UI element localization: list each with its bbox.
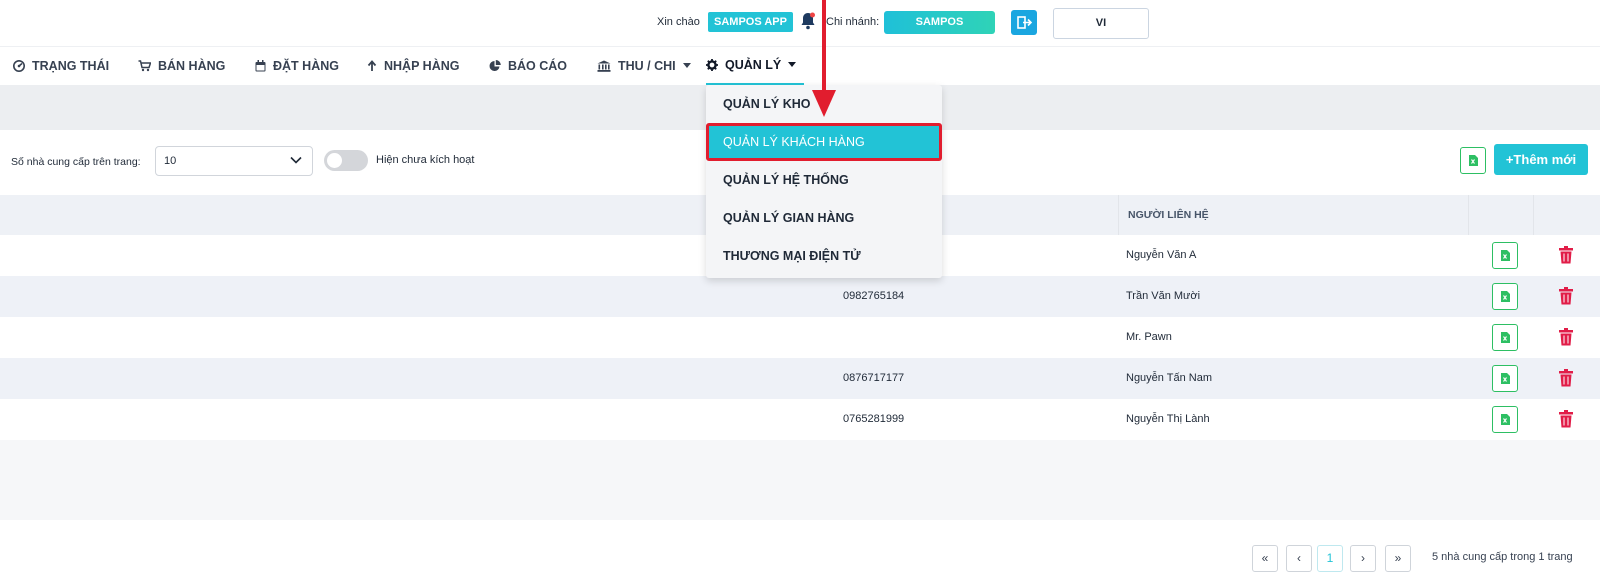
contact-cell: Nguyễn Thị Lành (1126, 413, 1210, 425)
contact-cell: Nguyễn Văn A (1126, 249, 1197, 261)
excel-file-icon (1469, 155, 1478, 166)
nav-item-label: BÁN HÀNG (158, 59, 226, 73)
pagination-summary: 5 nhà cung cấp trong 1 trang (1432, 551, 1573, 563)
per-page-label: Số nhà cung cấp trên trang: (11, 156, 141, 168)
nav-item-import[interactable]: NHẬP HÀNG (367, 47, 459, 85)
menu-item-stores[interactable]: QUẢN LÝ GIAN HÀNG (706, 199, 942, 237)
show-inactive-label: Hiện chưa kích hoạt (376, 154, 475, 166)
trash-icon[interactable] (1559, 328, 1573, 346)
export-excel-button[interactable] (1460, 147, 1486, 174)
table-row: 0876717177 Nguyễn Tấn Nam (0, 358, 1600, 399)
nav-item-label: TRẠNG THÁI (32, 59, 110, 73)
row-export-button[interactable] (1492, 324, 1518, 351)
add-new-button[interactable]: +Thêm mới (1494, 144, 1588, 175)
nav-item-label: BÁO CÁO (508, 59, 568, 73)
calendar-icon (255, 60, 266, 72)
excel-file-icon (1501, 414, 1510, 425)
row-export-button[interactable] (1492, 283, 1518, 310)
nav-item-sales[interactable]: BÁN HÀNG (138, 47, 225, 85)
last-page-button[interactable]: » (1385, 545, 1411, 572)
menu-item-customers[interactable]: QUẢN LÝ KHÁCH HÀNG (706, 123, 942, 161)
table-row: 0765281999 Nguyễn Thị Lành (0, 399, 1600, 440)
row-export-button[interactable] (1492, 365, 1518, 392)
nav-item-label: NHẬP HÀNG (384, 59, 460, 73)
nav-item-reports[interactable]: BÁO CÁO (489, 47, 567, 85)
column-header-contact: NGƯỜI LIÊN HỆ (1128, 209, 1209, 221)
trash-icon[interactable] (1559, 410, 1573, 428)
nav-item-status[interactable]: TRẠNG THÁI (13, 47, 109, 85)
nav-item-orders[interactable]: ĐẶT HÀNG (255, 47, 339, 85)
excel-file-icon (1501, 250, 1510, 261)
menu-item-system[interactable]: QUẢN LÝ HỆ THỐNG (706, 161, 942, 199)
nav-item-label: THU / CHI (618, 59, 676, 73)
phone-cell: 0765281999 (843, 413, 905, 425)
branch-selector-button[interactable]: SAMPOS (884, 11, 995, 34)
contact-cell: Trần Văn Mười (1126, 290, 1201, 302)
logout-icon (1017, 16, 1033, 29)
nav-item-management[interactable]: QUẢN LÝ (706, 47, 805, 85)
trash-icon[interactable] (1559, 246, 1573, 264)
caret-down-icon (682, 63, 691, 68)
table-row: Mr. Pawn (0, 317, 1600, 358)
top-bar: Xin chào SAMPOS APP Chi nhánh: SAMPOS VI (0, 0, 1600, 46)
logout-button[interactable] (1011, 10, 1037, 35)
language-selector[interactable]: VI (1053, 8, 1149, 39)
contact-cell: Nguyễn Tấn Nam (1126, 372, 1213, 384)
trash-icon[interactable] (1559, 369, 1573, 387)
excel-file-icon (1501, 373, 1510, 384)
table-row: 0982765184 Trần Văn Mười (0, 276, 1600, 317)
contact-cell: Mr. Pawn (1126, 331, 1172, 343)
per-page-select[interactable]: 10 (155, 146, 313, 176)
table-empty-area (0, 440, 1600, 520)
phone-cell: 0982765184 (843, 290, 905, 302)
per-page-value: 10 (164, 155, 177, 167)
excel-file-icon (1501, 291, 1510, 302)
phone-cell: 0876717177 (843, 372, 905, 384)
pie-chart-icon (489, 60, 501, 71)
nav-item-label: ĐẶT HÀNG (273, 59, 339, 73)
annotation-arrow (812, 0, 836, 117)
greeting-text: Xin chào (657, 16, 700, 28)
menu-item-ecommerce[interactable]: THƯƠNG MẠI ĐIỆN TỬ (706, 237, 942, 275)
first-page-button[interactable]: « (1252, 545, 1278, 572)
trash-icon[interactable] (1559, 287, 1573, 305)
row-export-button[interactable] (1492, 242, 1518, 269)
chevron-down-icon (290, 156, 302, 164)
toggle-knob (327, 153, 342, 168)
bank-icon (597, 60, 611, 72)
next-page-button[interactable]: › (1350, 545, 1376, 572)
cart-icon (138, 60, 151, 72)
dashboard-icon (13, 60, 25, 72)
main-nav: TRẠNG THÁI BÁN HÀNG ĐẶT HÀNG NHẬP HÀNG B… (0, 46, 1600, 86)
caret-down-icon (788, 62, 797, 67)
gear-icon (706, 59, 718, 71)
show-inactive-toggle[interactable] (324, 150, 368, 171)
row-export-button[interactable] (1492, 406, 1518, 433)
arrow-up-icon (367, 60, 377, 71)
nav-item-label: QUẢN LÝ (725, 58, 782, 72)
nav-item-finance[interactable]: THU / CHI (597, 47, 691, 85)
prev-page-button[interactable]: ‹ (1286, 545, 1312, 572)
app-name-badge: SAMPOS APP (708, 12, 793, 32)
excel-file-icon (1501, 332, 1510, 343)
current-page-button[interactable]: 1 (1317, 545, 1343, 572)
